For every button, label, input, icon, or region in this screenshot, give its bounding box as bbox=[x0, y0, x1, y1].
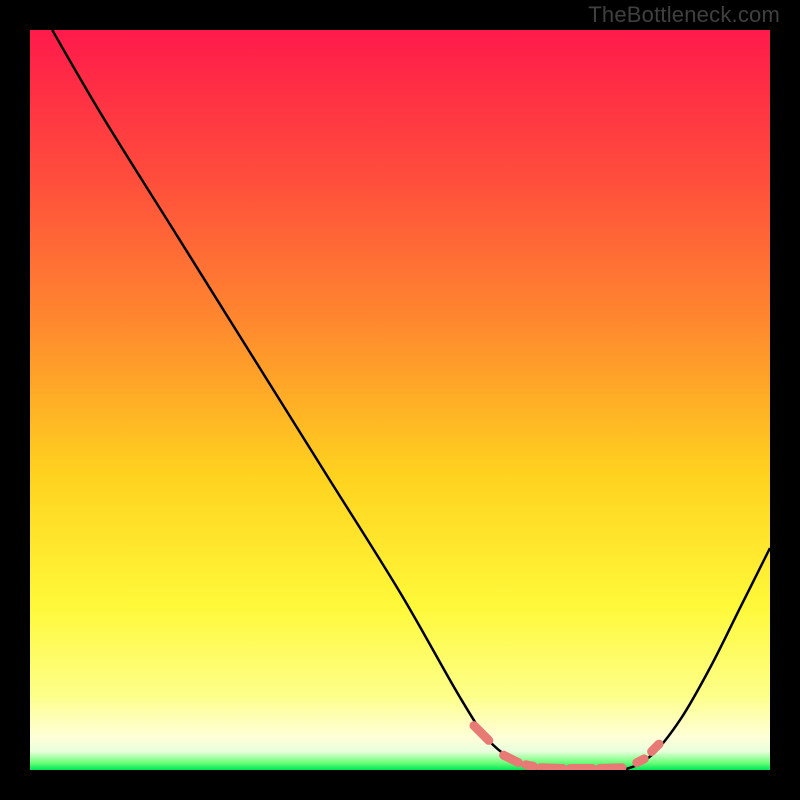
chart-svg bbox=[30, 30, 770, 770]
plot-area bbox=[30, 30, 770, 770]
attribution-text: TheBottleneck.com bbox=[588, 2, 780, 28]
chart-container: TheBottleneck.com bbox=[0, 0, 800, 800]
gradient-background bbox=[30, 30, 770, 770]
